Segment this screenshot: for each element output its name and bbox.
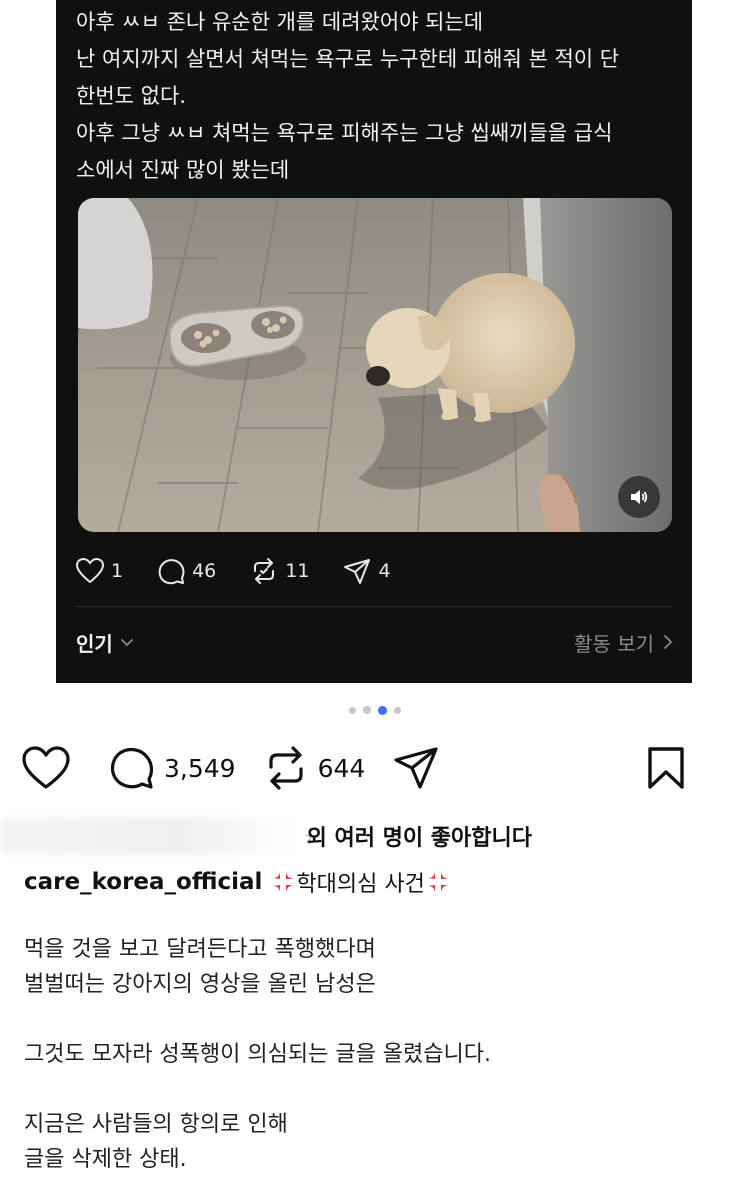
send-icon xyxy=(344,559,371,584)
view-activity-link[interactable]: 활동 보기 xyxy=(574,628,674,657)
threads-text-line: 난 여지까지 살면서 쳐먹는 욕구로 누구한테 피해줘 본 적이 단 xyxy=(76,47,620,71)
repost-icon xyxy=(254,558,275,584)
carousel-dot xyxy=(348,707,356,714)
caption-line: 먹을 것을 보고 달려든다고 폭행했다며 xyxy=(24,937,376,962)
mute-button[interactable] xyxy=(618,476,660,518)
carousel-dot xyxy=(362,706,371,714)
carousel-indicator xyxy=(0,705,749,715)
send-icon xyxy=(394,747,438,789)
anger-symbol-emoji-icon xyxy=(273,872,294,892)
threads-divider xyxy=(76,606,672,607)
share-button[interactable] xyxy=(393,746,449,790)
threads-text-line: 소에서 진짜 많이 봤는데 xyxy=(76,158,290,182)
caption-body: 먹을 것을 보고 달려든다고 폭행했다며 벌벌떠는 강아지의 영상을 올린 남성… xyxy=(24,932,724,1177)
threads-text-line: 한번도 없다. xyxy=(76,84,186,108)
heart-icon xyxy=(76,558,104,584)
caption-line: 지금은 사람들의 항의로 인해 xyxy=(24,1112,288,1137)
repost-icon xyxy=(268,746,303,790)
caption-line: 그것도 모자라 성폭행이 의심되는 글을 올렸습니다. xyxy=(24,1042,492,1067)
sort-dropdown[interactable]: 인기 xyxy=(76,628,135,657)
anger-symbol-emoji-icon xyxy=(427,872,448,892)
caption-line xyxy=(24,1002,724,1037)
sort-label: 인기 xyxy=(76,631,113,656)
post-action-bar: 3,549 644 xyxy=(22,740,723,796)
post-caption: care_korea_official 학대의심 사건 먹을 것을 보고 달려든… xyxy=(24,860,724,1177)
username-link[interactable]: care_korea_official xyxy=(24,869,262,895)
embedded-threads-screenshot: 아후 ㅆㅂ 존나 유순한 개를 데려왔어야 되는데 난 여지까지 살면서 쳐먹는… xyxy=(0,0,749,683)
caption-header: care_korea_official 학대의심 사건 xyxy=(24,860,724,904)
comment-icon xyxy=(110,747,154,789)
activity-label: 활동 보기 xyxy=(574,631,654,656)
threads-share-count: 4 xyxy=(378,560,391,582)
carousel-dot-active xyxy=(377,705,387,715)
comment-icon xyxy=(158,559,185,585)
chevron-right-icon xyxy=(664,635,673,649)
carousel-dot xyxy=(393,707,401,714)
puppy-video-frame xyxy=(78,198,672,532)
like-button[interactable] xyxy=(22,746,80,790)
threads-reply-button[interactable]: 46 xyxy=(157,557,216,585)
threads-text-line: 아후 ㅆㅂ 존나 유순한 개를 데려왔어야 되는데 xyxy=(76,10,484,34)
threads-text-line: 아후 그냥 ㅆㅂ 쳐먹는 욕구로 피해주는 그냥 씹쌔끼들을 급식 xyxy=(76,121,613,145)
threads-post-card: 아후 ㅆㅂ 존나 유순한 개를 데려왔어야 되는데 난 여지까지 살면서 쳐먹는… xyxy=(56,0,692,683)
threads-action-bar: 1 46 11 4 xyxy=(76,553,425,589)
repost-count: 644 xyxy=(317,753,366,783)
caption-line: 벌벌떠는 강아지의 영상을 올린 남성은 xyxy=(24,972,376,997)
puppy-video[interactable] xyxy=(78,198,672,532)
threads-replies-header: 인기 활동 보기 xyxy=(76,624,674,660)
blurred-liker-names xyxy=(0,818,300,854)
save-button[interactable] xyxy=(647,746,695,790)
threads-like-button[interactable]: 1 xyxy=(76,558,123,584)
threads-repost-count: 11 xyxy=(285,560,310,582)
repost-button[interactable]: 644 xyxy=(264,745,366,791)
comment-count: 3,549 xyxy=(164,753,236,783)
threads-reply-count: 46 xyxy=(192,560,217,582)
threads-repost-button[interactable]: 11 xyxy=(250,557,309,585)
caption-title: 학대의심 사건 xyxy=(296,872,425,897)
threads-share-button[interactable]: 4 xyxy=(343,557,391,585)
bookmark-icon xyxy=(648,747,684,789)
caption-line xyxy=(24,1072,724,1107)
chevron-down-icon xyxy=(120,639,133,647)
heart-icon xyxy=(22,746,70,789)
threads-like-count: 1 xyxy=(111,560,124,582)
likes-summary[interactable]: ㅓ 외 여러 명이 좋아합니다 xyxy=(0,816,749,856)
likes-text: 외 여러 명이 좋아합니다 xyxy=(306,826,532,851)
caption-line: 글을 삭제한 상태. xyxy=(24,1147,187,1172)
threads-post-text: 아후 ㅆㅂ 존나 유순한 개를 데려왔어야 되는데 난 여지까지 살면서 쳐먹는… xyxy=(76,4,676,189)
comment-button[interactable]: 3,549 xyxy=(108,745,236,791)
volume-icon xyxy=(631,490,648,504)
